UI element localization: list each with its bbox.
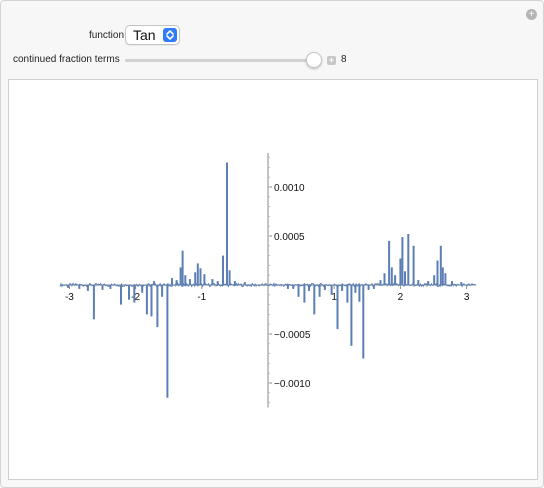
y-tick-label: −0.0010 bbox=[274, 379, 311, 390]
slider-expand-icon[interactable]: + bbox=[327, 56, 336, 65]
x-tick-label: -3 bbox=[65, 292, 74, 303]
x-tick-label: 3 bbox=[464, 292, 470, 303]
manipulate-window: + function Tan continued fraction terms … bbox=[0, 0, 544, 488]
chart-svg: -3 -2 -1 1 2 3−0.0010−0.00050.00050.0010 bbox=[59, 152, 477, 408]
x-tick-label: 2 bbox=[398, 292, 404, 303]
x-tick-label: -1 bbox=[197, 292, 206, 303]
x-tick-label: -2 bbox=[131, 292, 140, 303]
y-tick-label: 0.0010 bbox=[274, 183, 305, 194]
function-select-value: Tan bbox=[133, 27, 156, 43]
function-label: function bbox=[89, 30, 125, 41]
cf-terms-label: continued fraction terms bbox=[13, 54, 120, 65]
y-tick-label: 0.0005 bbox=[274, 232, 305, 243]
plot-panel: -3 -2 -1 1 2 3 −0.0010 −0.0005 0.0005 0.0010 bbox=[8, 79, 538, 480]
function-select[interactable]: Tan bbox=[125, 25, 180, 45]
cf-terms-value: 8 bbox=[341, 54, 347, 65]
cf-terms-slider-track[interactable] bbox=[125, 59, 317, 62]
expand-options-icon[interactable]: + bbox=[526, 9, 537, 20]
cf-terms-slider-knob[interactable] bbox=[306, 52, 322, 68]
chevron-up-down-icon bbox=[163, 28, 177, 42]
y-tick-label: −0.0005 bbox=[274, 330, 311, 341]
